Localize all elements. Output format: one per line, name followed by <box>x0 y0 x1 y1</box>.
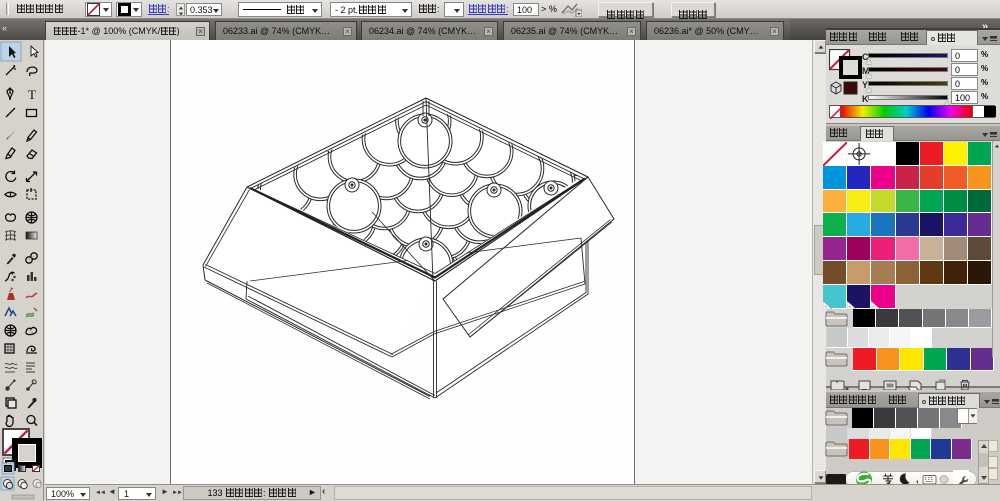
svg-text:,: , <box>916 474 919 484</box>
svg-text:T: T <box>28 87 36 102</box>
